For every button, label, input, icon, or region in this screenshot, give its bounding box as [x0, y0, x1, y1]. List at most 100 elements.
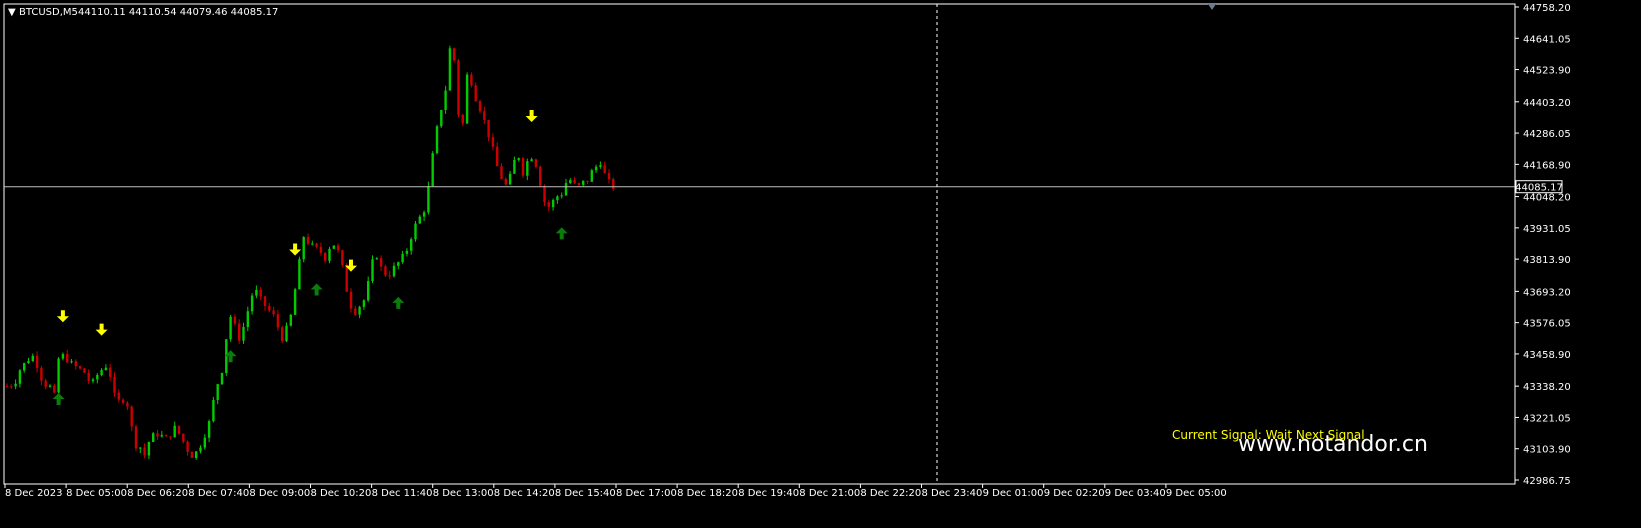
x-tick-label: 9 Dec 05:00	[1166, 488, 1227, 499]
candle-body	[521, 158, 525, 176]
candle-body	[104, 367, 108, 371]
candle-body	[504, 178, 507, 185]
candle-body	[195, 451, 198, 459]
candle-body	[392, 265, 396, 277]
sell-arrow-icon	[95, 323, 108, 336]
candle-body	[152, 433, 155, 442]
menu-triangle-icon: ▼	[8, 7, 16, 18]
candle-body	[324, 252, 327, 261]
candle-body	[586, 180, 589, 182]
x-tick-label: 8 Dec 2023	[5, 488, 63, 499]
y-tick-label: 43221.05	[1523, 413, 1571, 424]
y-tick-label: 44168.90	[1523, 160, 1571, 171]
candle-body	[207, 421, 211, 438]
candle-body	[410, 239, 413, 251]
candle-body	[500, 166, 503, 179]
candle-body	[199, 447, 202, 452]
candle-body	[573, 180, 576, 184]
candle-body	[91, 379, 95, 382]
candle-body	[61, 354, 65, 359]
x-tick-label: 8 Dec 09:00	[249, 488, 310, 499]
candle-body	[448, 48, 452, 91]
candle-body	[431, 153, 434, 187]
candle-body	[371, 259, 374, 282]
buy-arrow-icon	[392, 296, 405, 309]
candle-body	[276, 314, 280, 328]
candle-body	[83, 368, 86, 373]
candle-body	[169, 436, 172, 438]
candlestick-chart[interactable]: 44758.20 44641.05 44523.90 44403.20 44286.05…	[0, 0, 1641, 528]
y-tick-label: 43693.20	[1523, 287, 1571, 298]
x-tick-label: 8 Dec 17:00	[616, 488, 677, 499]
candle-body	[78, 366, 82, 369]
candle-body	[298, 259, 301, 290]
candle-body	[113, 376, 116, 393]
candle-body	[35, 355, 39, 368]
buy-arrow-icon	[555, 227, 568, 240]
candle-body	[405, 250, 409, 254]
candle-body	[461, 114, 464, 124]
candle-body	[560, 195, 563, 197]
x-tick-label: 9 Dec 03:40	[1105, 488, 1166, 499]
candle-body	[250, 295, 254, 312]
price-axis: 44758.20 44641.05 44523.90 44403.20 44286.05…	[1515, 3, 1571, 487]
candle-body	[74, 361, 77, 367]
candle-body	[551, 200, 555, 208]
candles-layer	[5, 45, 615, 460]
candle-body	[259, 289, 262, 297]
time-axis: 8 Dec 2023 8 Dec 05:00 8 Dec 06:20 8 Dec 07…	[4, 484, 1227, 499]
candle-body	[569, 180, 572, 184]
buy-arrow-icon	[52, 392, 65, 405]
x-tick-label: 8 Dec 13:00	[433, 488, 494, 499]
candle-body	[315, 243, 318, 247]
candle-body	[603, 165, 606, 174]
candle-body	[44, 380, 47, 387]
candle-body	[216, 384, 219, 400]
candle-body	[612, 179, 615, 189]
candle-body	[23, 363, 26, 371]
candle-body	[160, 435, 163, 437]
candle-body	[599, 165, 602, 167]
candle-body	[190, 451, 194, 459]
candle-body	[203, 437, 206, 448]
buy-arrow-icon	[310, 283, 323, 296]
candle-body	[457, 60, 460, 115]
candle-body	[491, 137, 495, 147]
candle-body	[302, 237, 305, 260]
candle-body	[418, 216, 421, 224]
y-tick-label: 44403.20	[1523, 98, 1571, 109]
candle-body	[401, 253, 404, 263]
y-tick-label: 43458.90	[1523, 350, 1571, 361]
candle-body	[526, 161, 529, 176]
candle-body	[229, 316, 232, 340]
x-tick-label: 9 Dec 01:00	[983, 488, 1044, 499]
candle-body	[134, 426, 138, 449]
candle-body	[242, 326, 245, 341]
candle-body	[336, 245, 340, 251]
candle-body	[177, 425, 181, 434]
y-tick-label: 44641.05	[1523, 34, 1571, 45]
candle-body	[582, 180, 585, 185]
candle-body	[556, 196, 559, 201]
candle-body	[607, 173, 611, 180]
candle-body	[117, 392, 120, 400]
candle-body	[164, 435, 168, 437]
x-tick-label: 8 Dec 11:40	[372, 488, 433, 499]
candle-body	[375, 258, 378, 260]
candle-body	[48, 385, 52, 387]
candle-body	[543, 185, 546, 203]
candle-body	[453, 48, 456, 61]
candle-body	[328, 248, 331, 261]
x-tick-label: 8 Dec 15:40	[555, 488, 616, 499]
chart-shift-marker	[1208, 4, 1216, 10]
candle-body	[18, 370, 22, 384]
candle-body	[379, 258, 383, 267]
candle-body	[238, 323, 241, 341]
candle-body	[470, 74, 473, 86]
x-tick-label: 9 Dec 02:20	[1044, 488, 1105, 499]
candle-body	[14, 383, 17, 387]
x-tick-label: 8 Dec 10:20	[311, 488, 372, 499]
candle-body	[285, 325, 288, 342]
y-tick-label: 43103.90	[1523, 445, 1571, 456]
candle-body	[435, 126, 439, 154]
